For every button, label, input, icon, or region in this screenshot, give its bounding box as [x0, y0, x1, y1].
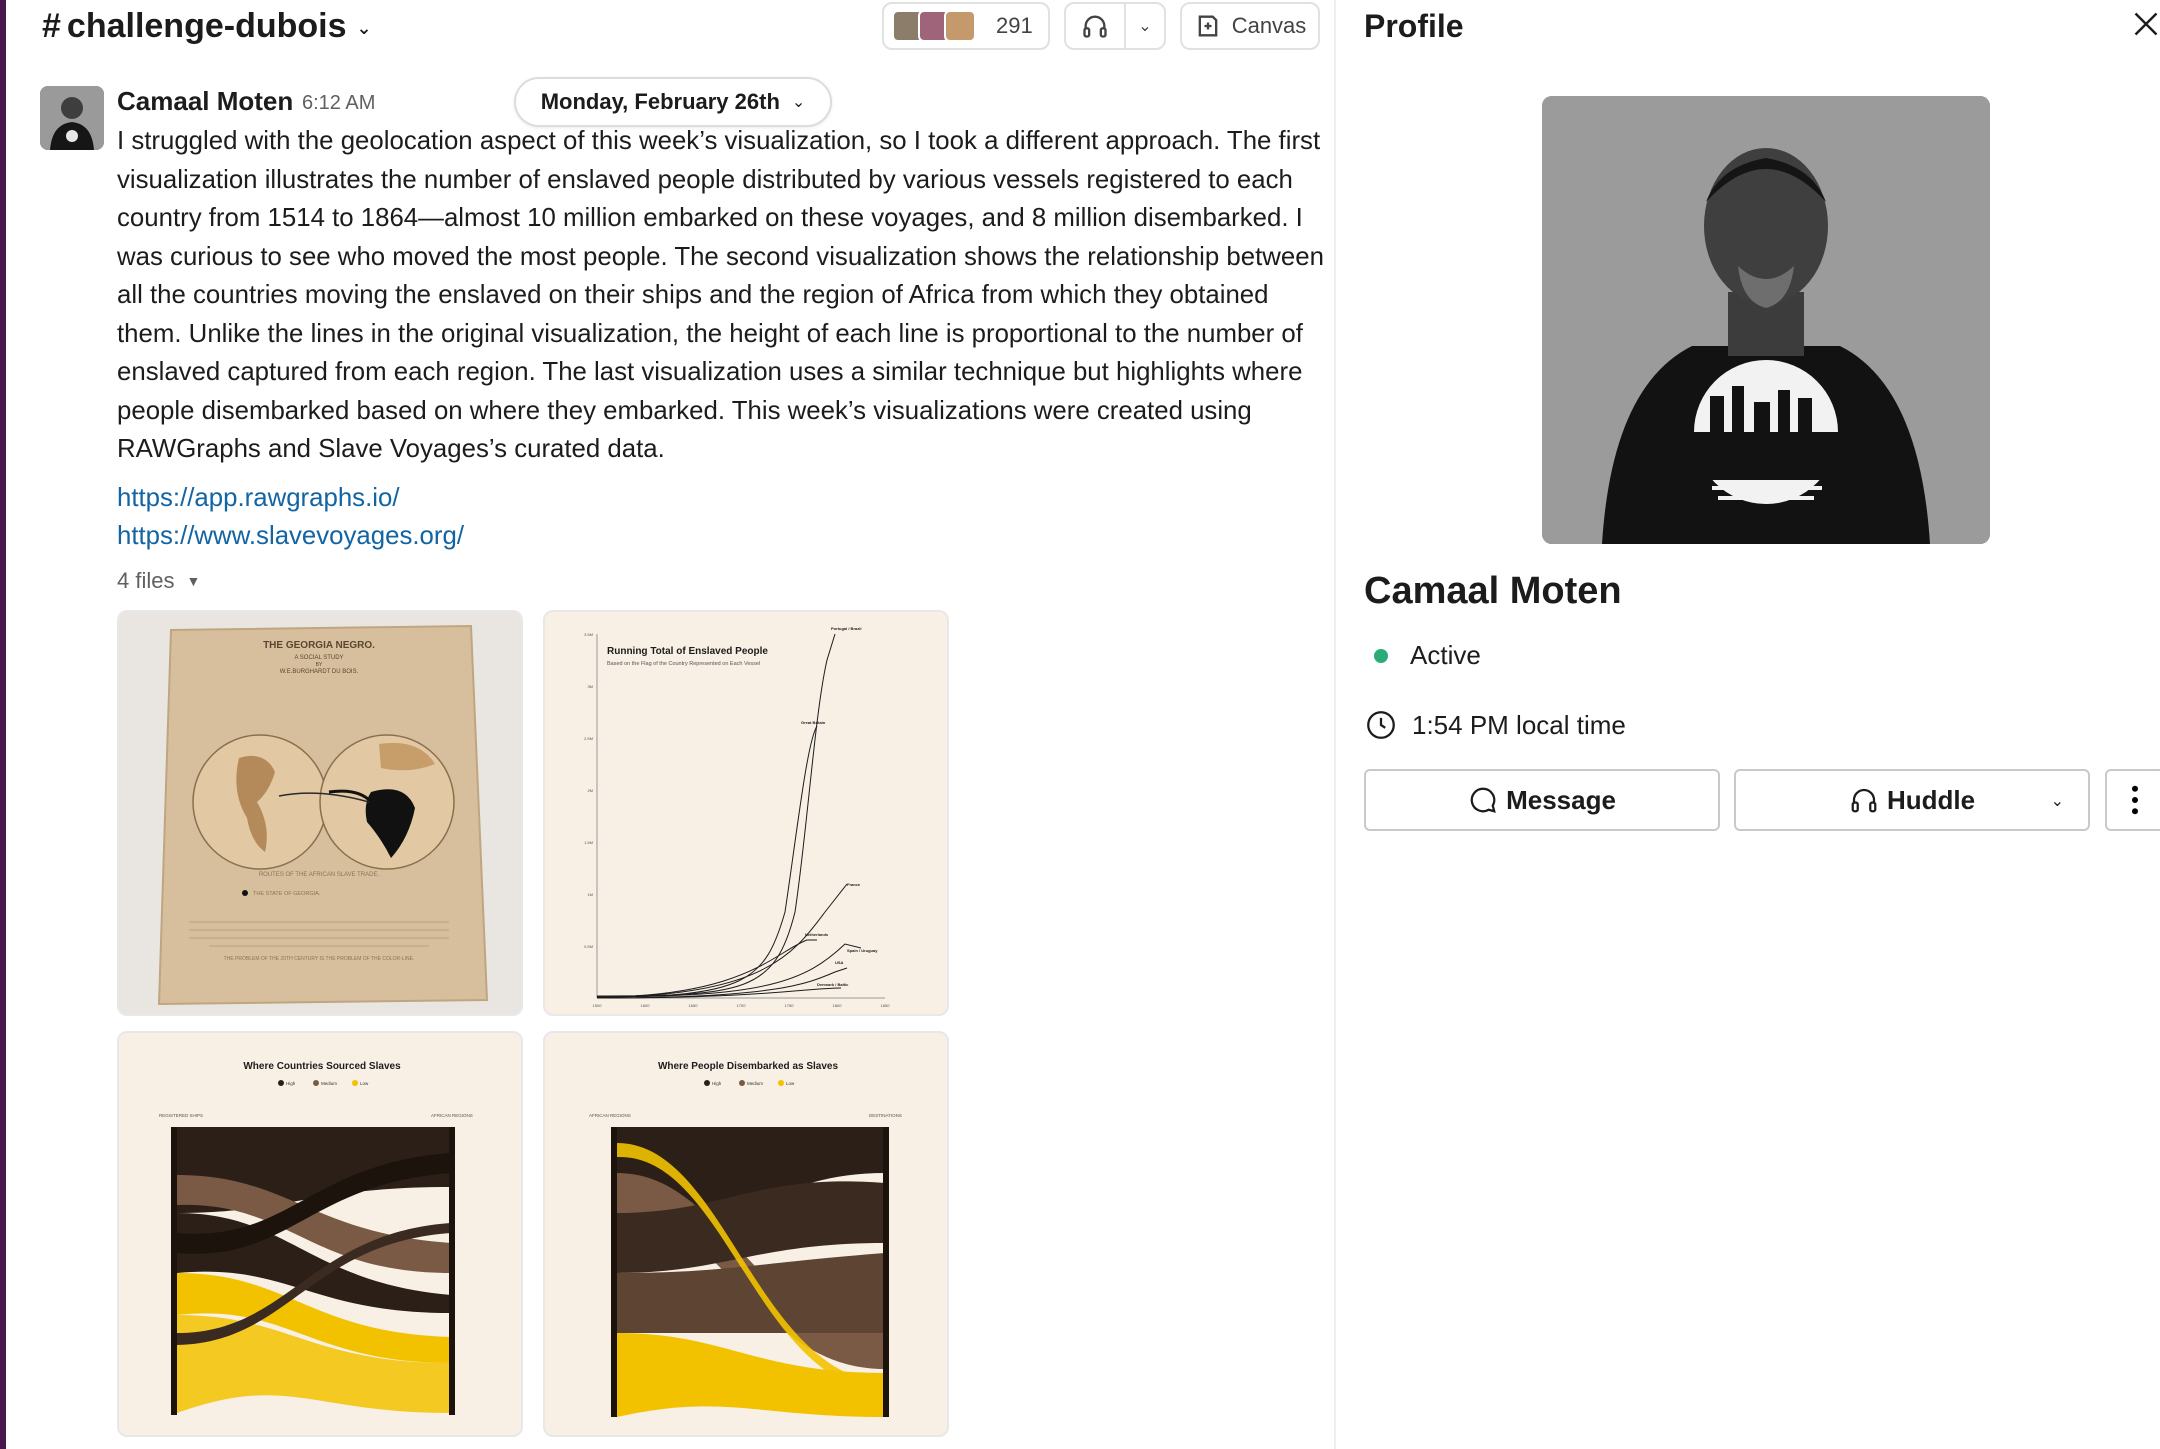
y-tick-label: 2M [587, 788, 593, 793]
more-actions-button[interactable] [2105, 769, 2160, 831]
status-text: Active [1410, 640, 1481, 670]
series-line [596, 939, 817, 998]
running-total-title: Running Total of Enslaved People [607, 646, 768, 657]
close-icon[interactable] [2128, 6, 2160, 42]
channel-header: # challenge-dubois ⌄ 291 ⌄ Canvas [6, 0, 1334, 52]
huddle-header-button[interactable]: ⌄ [1064, 2, 1166, 50]
dubois-author: W.E.BURGHARDT DU BOIS. [280, 669, 359, 675]
message-timestamp[interactable]: 6:12 AM [302, 92, 375, 115]
series-label: Denmark / Baltic [817, 982, 849, 987]
legend-low: Low [360, 1081, 369, 1086]
attachment-disembarked-sankey[interactable]: Where People Disembarked as Slaves High … [543, 1031, 949, 1437]
message-button-label: Message [1506, 784, 1616, 815]
x-tick-label: 1800 [833, 1003, 843, 1008]
author-avatar[interactable] [40, 86, 104, 150]
sourced-left-heading: REGISTERED SHIPS [159, 1113, 203, 1118]
date-divider-button[interactable]: Monday, February 26th ⌄ [514, 77, 832, 127]
series-line [596, 967, 848, 999]
running-total-subtitle: Based on the Flag of the Country Represe… [607, 661, 760, 667]
vertical-ellipsis-icon [2132, 785, 2138, 815]
channel-pane: # challenge-dubois ⌄ 291 ⌄ Canvas Camaal… [6, 0, 1334, 1449]
legend-high: High [712, 1081, 722, 1086]
canvas-button[interactable]: Canvas [1180, 2, 1320, 50]
files-toggle[interactable]: 4 files ▼ [117, 568, 200, 594]
disembarked-left-heading: AFRICAN REGIONS [589, 1113, 631, 1118]
local-time: 1:54 PM local time [1364, 708, 1626, 742]
dubois-caption: ROUTES OF THE AFRICAN SLAVE TRADE. [259, 872, 380, 878]
series-label: USA [835, 960, 844, 965]
chevron-down-icon[interactable]: ⌄ [2051, 791, 2064, 811]
message-bubble-icon [1470, 787, 1496, 813]
member-avatar [944, 10, 976, 42]
x-tick-label: 1600 [641, 1003, 651, 1008]
y-tick-label: 1M [587, 892, 593, 897]
message-link[interactable]: https://app.rawgraphs.io/ [117, 484, 400, 513]
y-tick-label: 2.5M [584, 736, 593, 741]
series-label: Portugal / Brazil [831, 626, 861, 631]
sourced-right-heading: AFRICAN REGIONS [431, 1113, 473, 1118]
channel-title: challenge-dubois [66, 7, 347, 45]
sankey-legend: High Medium Low [704, 1080, 795, 1086]
members-button[interactable]: 291 [882, 2, 1050, 50]
sankey-legend: High Medium Low [278, 1080, 369, 1086]
active-dot-icon [1374, 648, 1388, 663]
date-divider-label: Monday, February 26th [540, 89, 780, 114]
y-tick-label: 1.5M [584, 840, 593, 845]
attachment-sourced-sankey[interactable]: Where Countries Sourced Slaves High Medi… [117, 1031, 523, 1437]
canvas-label: Canvas [1231, 13, 1307, 38]
headphones-icon [1851, 788, 1877, 813]
legend-high: High [286, 1081, 296, 1086]
dubois-by: BY [316, 662, 323, 668]
channel-name-button[interactable]: # challenge-dubois ⌄ [42, 7, 372, 46]
chevron-down-icon: ⌄ [356, 18, 372, 38]
dubois-title: THE GEORGIA NEGRO. [263, 640, 375, 651]
sourced-title: Where Countries Sourced Slaves [243, 1061, 401, 1072]
chevron-down-icon[interactable]: ⌄ [1126, 16, 1164, 36]
headphones-icon[interactable] [1066, 4, 1126, 48]
y-tick-label: 3.5M [584, 632, 593, 637]
message-button[interactable]: Message [1364, 769, 1720, 831]
attachment-dubois-original[interactable]: THE GEORGIA NEGRO. A SOCIAL STUDY BY W.E… [117, 610, 523, 1016]
dubois-legend: THE STATE OF GEORGIA. [253, 891, 321, 897]
x-tick-label: 1850 [881, 1003, 891, 1008]
y-tick-label: 3M [587, 684, 593, 689]
x-tick-label: 1750 [785, 1003, 795, 1008]
x-tick-label: 1500 [593, 1003, 603, 1008]
y-tick-label: 0.5M [584, 944, 593, 949]
dubois-note: THE PROBLEM OF THE 20TH CENTURY IS THE P… [224, 956, 415, 962]
legend-low: Low [786, 1081, 795, 1086]
files-count: 4 files [117, 568, 175, 593]
message-link[interactable]: https://www.slavevoyages.org/ [117, 522, 464, 551]
attachment-running-total[interactable]: Running Total of Enslaved People Based o… [543, 610, 949, 1016]
x-tick-label: 1700 [737, 1003, 747, 1008]
series-label: France [847, 882, 861, 887]
huddle-button[interactable]: Huddle ⌄ [1734, 769, 2090, 831]
clock-icon [1367, 711, 1395, 739]
profile-pane: Profile Camaal Moten Active 1:54 PM loca… [1334, 0, 2160, 1449]
profile-photo [1542, 96, 1990, 544]
channel-hash: # [42, 7, 61, 45]
x-tick-label: 1650 [689, 1003, 699, 1008]
chevron-down-icon: ⌄ [791, 94, 806, 111]
canvas-icon [1198, 15, 1218, 37]
huddle-button-label: Huddle [1886, 784, 1976, 815]
legend-medium: Medium [747, 1081, 763, 1086]
message-author[interactable]: Camaal Moten [117, 86, 293, 117]
caret-down-icon: ▼ [186, 573, 201, 589]
series-label: Netherlands [805, 932, 829, 937]
series-label: Spain / Uruguay [847, 948, 878, 953]
dubois-subtitle: A SOCIAL STUDY [294, 655, 343, 661]
local-time-text: 1:54 PM local time [1412, 709, 1626, 740]
series-label: Great Britain [801, 720, 826, 725]
profile-title: Profile [1364, 8, 1464, 44]
disembarked-title: Where People Disembarked as Slaves [658, 1061, 839, 1072]
presence-status: Active [1364, 640, 1481, 671]
profile-name: Camaal Moten [1364, 570, 1622, 612]
message-body: I struggled with the geolocation aspect … [117, 127, 1324, 463]
member-count: 291 [996, 13, 1033, 38]
disembarked-right-heading: DESTINATIONS [869, 1113, 902, 1118]
legend-medium: Medium [321, 1081, 337, 1086]
